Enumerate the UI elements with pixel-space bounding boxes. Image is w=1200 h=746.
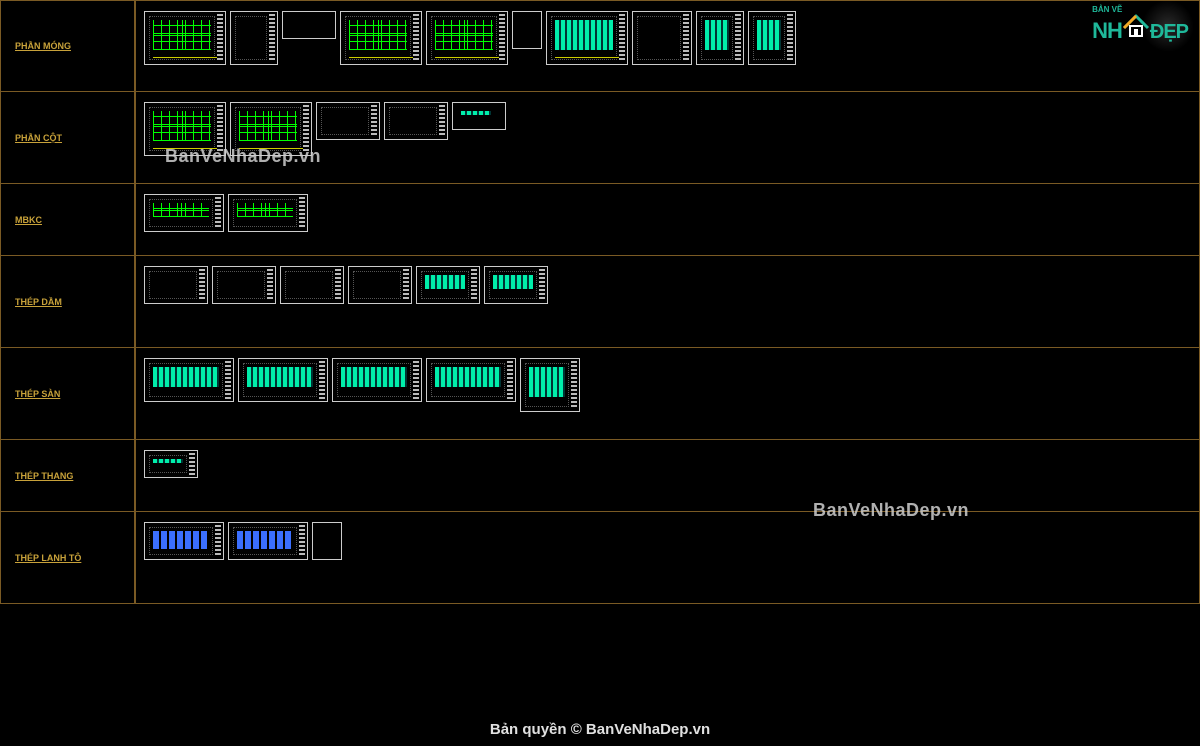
drawing-thumb[interactable]	[228, 194, 308, 232]
drawing-thumb[interactable]	[144, 358, 234, 402]
drawing-thumb[interactable]	[280, 266, 344, 304]
logo-top-text: BẢN VẼ	[1092, 6, 1122, 14]
drawing-thumb[interactable]	[452, 102, 506, 130]
drawing-thumb[interactable]	[348, 266, 412, 304]
watermark-text: BanVeNhaDep.vn	[813, 500, 969, 521]
section-table: PHẦN MÓNG PHẦN CỘT MBKC	[0, 0, 1200, 604]
row-label-phan-cot[interactable]: PHẦN CỘT	[0, 92, 135, 184]
label-text: MBKC	[15, 215, 42, 225]
drawing-thumb[interactable]	[748, 11, 796, 65]
drawing-thumb[interactable]	[144, 194, 224, 232]
house-icon	[1122, 14, 1150, 38]
drawing-thumb[interactable]	[512, 11, 542, 49]
row-label-thep-san[interactable]: THÉP SÀN	[0, 348, 135, 440]
row-label-thep-lanh-to[interactable]: THÉP LANH TÔ	[0, 512, 135, 604]
row-label-phan-mong[interactable]: PHẦN MÓNG	[0, 0, 135, 92]
drawing-thumb[interactable]	[484, 266, 548, 304]
logo-right-text: ĐẸP	[1150, 24, 1188, 40]
row-content-mbkc	[135, 184, 1200, 256]
drawing-thumb[interactable]	[340, 11, 422, 65]
row-content-phan-cot	[135, 92, 1200, 184]
drawing-thumb[interactable]	[228, 522, 308, 560]
drawing-thumb[interactable]	[546, 11, 628, 65]
drawing-thumb[interactable]	[312, 522, 342, 560]
drawing-thumb[interactable]	[238, 358, 328, 402]
label-text: PHẦN MÓNG	[15, 41, 71, 51]
logo-left-text: NH	[1092, 22, 1122, 40]
drawing-thumb[interactable]	[520, 358, 580, 412]
drawing-thumb[interactable]	[144, 11, 226, 65]
drawing-thumb[interactable]	[144, 450, 198, 478]
drawing-thumb[interactable]	[332, 358, 422, 402]
watermark-text: BanVeNhaDep.vn	[165, 146, 321, 167]
label-text: THÉP SÀN	[15, 389, 60, 399]
drawing-thumb[interactable]	[144, 266, 208, 304]
drawing-thumb[interactable]	[632, 11, 692, 65]
row-content-thep-dam	[135, 256, 1200, 348]
drawing-thumb[interactable]	[144, 522, 224, 560]
row-content-thep-thang	[135, 440, 1200, 512]
row-label-thep-dam[interactable]: THÉP DẦM	[0, 256, 135, 348]
drawing-thumb[interactable]	[316, 102, 380, 140]
row-content-thep-san	[135, 348, 1200, 440]
row-label-thep-thang[interactable]: THÉP THANG	[0, 440, 135, 512]
drawing-thumb[interactable]	[230, 11, 278, 65]
drawing-thumb[interactable]	[696, 11, 744, 65]
row-content-thep-lanh-to	[135, 512, 1200, 604]
drawing-thumb[interactable]	[426, 358, 516, 402]
label-text: THÉP THANG	[15, 471, 73, 481]
site-logo[interactable]: BẢN VẼ NH ĐẸP	[1092, 6, 1188, 40]
label-text: PHẦN CỘT	[15, 133, 62, 143]
drawing-thumb[interactable]	[384, 102, 448, 140]
drawing-thumb[interactable]	[426, 11, 508, 65]
label-text: THÉP DẦM	[15, 297, 62, 307]
drawing-thumb[interactable]	[212, 266, 276, 304]
footer-copyright: Bản quyền © BanVeNhaDep.vn	[0, 721, 1200, 738]
drawing-thumb[interactable]	[416, 266, 480, 304]
drawing-thumb[interactable]	[282, 11, 336, 39]
row-content-phan-mong	[135, 0, 1200, 92]
row-label-mbkc[interactable]: MBKC	[0, 184, 135, 256]
label-text: THÉP LANH TÔ	[15, 553, 81, 563]
